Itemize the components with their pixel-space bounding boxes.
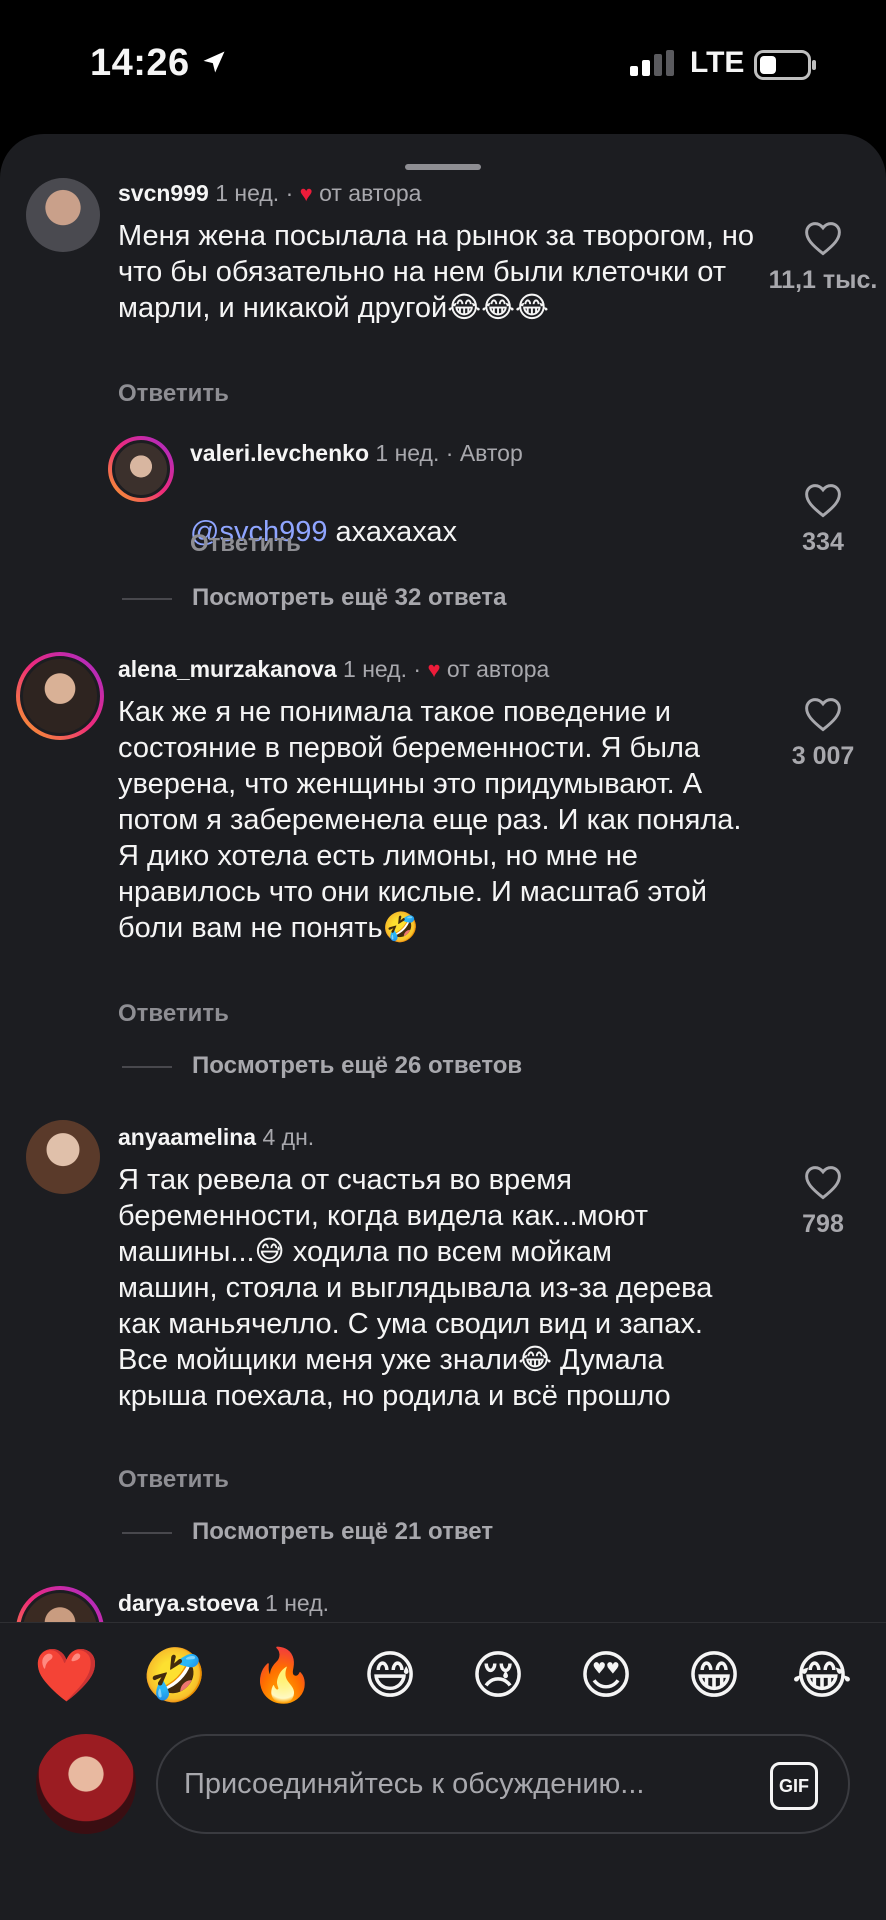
avatar[interactable] — [26, 178, 100, 252]
comment-text: Как же я не понимала такое поведение и с… — [118, 696, 742, 944]
avatar[interactable] — [108, 436, 174, 502]
heart-outline-icon[interactable] — [803, 220, 843, 256]
like-control[interactable]: 3 007 — [753, 696, 886, 771]
comment-username[interactable]: alena_murzakanova — [118, 656, 337, 682]
like-control[interactable]: 334 — [753, 482, 886, 557]
current-user-avatar[interactable] — [36, 1734, 136, 1834]
heart-outline-icon[interactable] — [803, 696, 843, 732]
status-bar: 14:26 LTE — [0, 0, 886, 130]
location-arrow-icon — [203, 51, 225, 73]
comment-input-placeholder[interactable]: Присоединяйтесь к обсуждению... — [184, 1768, 644, 1801]
replies-divider — [122, 598, 172, 600]
comment-username[interactable]: darya.stoeva — [118, 1590, 259, 1616]
emoji-grin-button[interactable]: 😁 — [682, 1644, 746, 1708]
comment-username[interactable]: svcn999 — [118, 180, 209, 206]
cellular-signal-icon — [630, 50, 674, 76]
avatar[interactable] — [16, 1586, 104, 1622]
author-heart-icon: ♥ — [299, 181, 313, 206]
comment-username[interactable]: anyaamelina — [118, 1124, 256, 1150]
author-heart-icon: ♥ — [427, 657, 441, 682]
comment-age: 1 нед. — [215, 180, 280, 206]
avatar[interactable] — [16, 652, 104, 740]
like-count: 334 — [802, 528, 844, 556]
comments-sheet: svcn999 1 нед. · ♥ от автора Меня жена п… — [0, 134, 886, 1920]
gif-button[interactable]: GIF — [770, 1762, 818, 1810]
comment-age: 1 нед. — [265, 1590, 330, 1616]
author-liked-badge: от автора — [319, 180, 422, 206]
battery-icon — [754, 50, 816, 80]
comment-age: 4 дн. — [262, 1124, 315, 1150]
emoji-rofl-button[interactable]: 🤣 — [142, 1644, 207, 1708]
emoji-cry-button[interactable]: 😢 — [466, 1644, 530, 1708]
comment-age: 1 нед. — [375, 440, 440, 466]
emoji-heart-button[interactable]: ❤️ — [34, 1644, 99, 1708]
comments-list[interactable]: svcn999 1 нед. · ♥ от автора Меня жена п… — [0, 134, 886, 1622]
emoji-reaction-bar: ❤️ 🤣 🔥 😅 😢 😍 😁 😂 — [0, 1634, 886, 1714]
like-control[interactable]: 798 — [753, 1164, 886, 1239]
author-liked-badge: от автора — [446, 656, 550, 682]
emoji-joy-button[interactable]: 😂 — [790, 1644, 854, 1708]
emoji-heart-eyes-button[interactable]: 😍 — [574, 1644, 638, 1708]
reply-button[interactable]: Ответить — [118, 1466, 229, 1494]
comment-input[interactable]: Присоединяйтесь к обсуждению... GIF — [156, 1734, 850, 1834]
heart-outline-icon[interactable] — [803, 482, 843, 518]
view-more-replies-button[interactable]: Посмотреть ещё 21 ответ — [192, 1518, 493, 1546]
like-count: 3 007 — [791, 742, 855, 770]
like-count: 11,1 тыс. — [768, 266, 878, 294]
like-control[interactable]: 11,1 тыс. — [753, 220, 886, 295]
comment-age: 1 нед. — [343, 656, 407, 682]
reply-button[interactable]: Ответить — [118, 380, 229, 408]
replies-divider — [122, 1066, 172, 1068]
reply-button[interactable]: Ответить — [190, 530, 301, 558]
network-type: LTE — [690, 46, 745, 79]
author-badge: Автор — [459, 440, 523, 466]
view-more-replies-button[interactable]: Посмотреть ещё 26 ответов — [192, 1052, 522, 1080]
composer-divider — [0, 1622, 886, 1623]
comment-text: Меня жена посылала на рынок за творогом,… — [118, 220, 755, 324]
status-time: 14:26 — [90, 42, 190, 84]
heart-outline-icon[interactable] — [803, 1164, 843, 1200]
emoji-sweat-smile-button[interactable]: 😅 — [358, 1644, 422, 1708]
avatar[interactable] — [26, 1120, 100, 1194]
like-count: 798 — [802, 1210, 844, 1238]
comment-text: Я так ревела от счастья во время беремен… — [118, 1164, 713, 1412]
comment-username[interactable]: valeri.levchenko — [190, 440, 369, 466]
comment-composer: Присоединяйтесь к обсуждению... GIF — [0, 1734, 886, 1854]
view-more-replies-button[interactable]: Посмотреть ещё 32 ответа — [192, 584, 506, 612]
emoji-fire-button[interactable]: 🔥 — [250, 1644, 315, 1708]
replies-divider — [122, 1532, 172, 1534]
reply-button[interactable]: Ответить — [118, 1000, 229, 1028]
comment-text: ахахахах — [327, 516, 458, 548]
